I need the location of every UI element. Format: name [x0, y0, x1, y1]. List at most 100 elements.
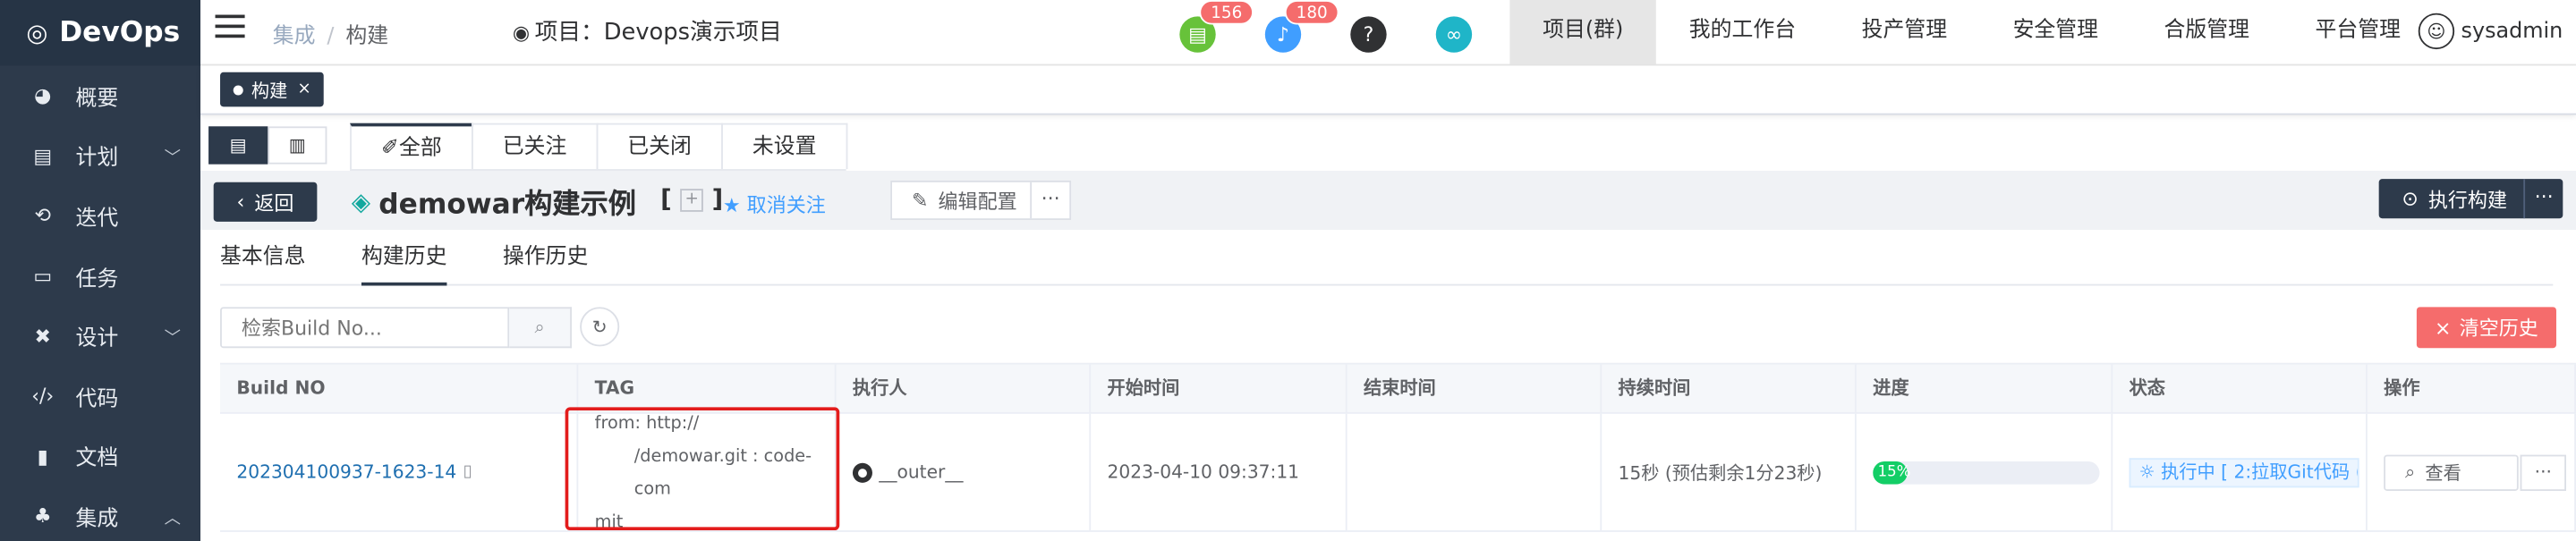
- breadcrumb-current: 构建: [345, 24, 389, 50]
- task-icon: ▭: [33, 264, 53, 288]
- help-icon[interactable]: ?: [1350, 16, 1387, 53]
- column-header: 持续时间: [1602, 364, 1857, 412]
- action-cell: ⌕ 查看 ···: [2368, 413, 2576, 531]
- username: sysadmin: [2461, 19, 2563, 44]
- user-icon: ●: [852, 461, 872, 482]
- sidebar-item[interactable]: ▭ 任务: [0, 246, 200, 306]
- column-header: 执行人: [837, 364, 1092, 412]
- status-badge: ☼ 执行中 [ 2:拉取Git代码 (99.0: [2129, 457, 2359, 487]
- duration: 15秒 (预估剩余1分23秒): [1618, 461, 1823, 484]
- tag-view-label: 构建: [251, 80, 288, 101]
- sidebar-item-label: 代码: [75, 386, 119, 412]
- tag-view-item-build[interactable]: 构建 ×: [220, 72, 325, 107]
- sidebar-item[interactable]: ♣ 集成 ︿: [0, 486, 200, 541]
- more-options-icon[interactable]: ···: [2523, 179, 2563, 219]
- search-icon: ⌕: [2405, 461, 2416, 482]
- refresh-icon[interactable]: ↻: [580, 307, 620, 347]
- sub-tab[interactable]: 基本信息: [220, 236, 306, 285]
- more-options-icon[interactable]: ···: [2520, 453, 2566, 491]
- sidebar-item-label: 计划: [75, 147, 119, 172]
- sidebar-item[interactable]: ✖ 设计 ﹀: [0, 306, 200, 366]
- sidebar-item[interactable]: ▤ 计划 ﹀: [0, 126, 200, 186]
- top-nav-item[interactable]: 我的工作台: [1656, 0, 1829, 65]
- tags-view: 构建 ×: [200, 65, 2576, 115]
- clear-history-button[interactable]: × 清空历史: [2416, 307, 2556, 349]
- top-nav-item[interactable]: 安全管理: [1980, 0, 2131, 65]
- filter-tab-label: 全部: [399, 136, 442, 161]
- close-icon[interactable]: ×: [297, 80, 310, 98]
- todo-icon-glyph: ▤: [1188, 22, 1207, 46]
- link-icon[interactable]: ∞: [1435, 16, 1473, 53]
- build-no-link[interactable]: 202304100937-1623-14: [236, 461, 456, 483]
- bell-icon[interactable]: ♪ 180: [1264, 0, 1339, 53]
- status-text: 执行中 [ 2:拉取Git代码 (99.0: [2161, 461, 2358, 482]
- sub-tab[interactable]: 操作历史: [503, 236, 589, 285]
- board-view-icon[interactable]: ▥: [268, 126, 327, 165]
- column-header: 操作: [2368, 364, 2576, 412]
- todo-icon[interactable]: ▤ 156: [1179, 0, 1254, 53]
- more-options-icon[interactable]: ···: [1030, 182, 1069, 219]
- breadcrumb-item[interactable]: 集成: [273, 25, 316, 50]
- filter-tab[interactable]: 已关注: [471, 123, 599, 170]
- top-nav-item[interactable]: 项目(群): [1509, 0, 1657, 66]
- search-bar: ⌕ ↻: [220, 307, 620, 349]
- app-root: ◎ DevOps ◕ 概要 ▤ 计划 ﹀ ⟲ 迭代 ▭ 任务 ✖ 设计 ﹀ ‹/› 代码 ▮ 文档 ♣ 集成 ︿ 集…: [0, 0, 2576, 541]
- top-nav-item[interactable]: 合版管理: [2131, 0, 2283, 65]
- add-tag-icon[interactable]: +: [680, 188, 704, 211]
- execute-build-button[interactable]: ⊙ 执行构建 ···: [2378, 179, 2563, 219]
- sidebar-item[interactable]: ‹/› 代码: [0, 366, 200, 426]
- unfollow-link[interactable]: ★ 取消关注: [723, 190, 826, 218]
- project-selector[interactable]: ◉ 项目：Devops演示项目: [513, 15, 782, 48]
- edit-config-button[interactable]: ✎ 编辑配置 ···: [890, 180, 1072, 221]
- spinner-icon: ☼: [2138, 461, 2155, 482]
- progress-bar: 15%: [1873, 461, 2100, 484]
- edit-icon: ✎: [912, 189, 929, 212]
- bell-icon-glyph: ♪: [1276, 22, 1290, 46]
- end-time-cell: [1348, 413, 1603, 531]
- pin-icon: ✐: [380, 136, 400, 161]
- user-menu[interactable]: ☺ sysadmin: [2418, 13, 2563, 50]
- play-icon: ⊙: [2402, 187, 2419, 211]
- view-button[interactable]: ⌕ 查看 ···: [2384, 453, 2566, 491]
- top-nav-item[interactable]: 投产管理: [1829, 0, 1980, 65]
- gauge-icon: ◕: [34, 84, 52, 107]
- filter-tab[interactable]: 已关闭: [596, 123, 723, 170]
- close-icon: ×: [2435, 316, 2452, 340]
- bracket-open: [: [660, 183, 672, 214]
- eye-icon: ◉: [512, 21, 531, 45]
- build-title: ◈ demowar构建示例: [351, 181, 636, 221]
- search-icon[interactable]: ⌕: [509, 307, 572, 349]
- sidebar-item[interactable]: ▮ 文档: [0, 427, 200, 486]
- breadcrumb: 集成 / 构建: [273, 18, 389, 50]
- top-nav-item[interactable]: 平台管理: [2283, 0, 2434, 65]
- sidebar: ◎ DevOps ◕ 概要 ▤ 计划 ﹀ ⟲ 迭代 ▭ 任务 ✖ 设计 ﹀ ‹/› 代码 ▮ 文档 ♣ 集成 ︿: [0, 0, 201, 541]
- sidebar-item[interactable]: ◕ 概要: [0, 65, 200, 125]
- logo[interactable]: ◎ DevOps: [0, 0, 201, 66]
- filter-tab[interactable]: 未设置: [720, 123, 848, 170]
- executor-cell: ● __outer__: [837, 413, 1092, 531]
- layers-icon: ◈: [351, 186, 371, 216]
- unfollow-label: 取消关注: [746, 193, 826, 217]
- sub-tab[interactable]: 构建历史: [361, 236, 447, 286]
- column-header: 状态: [2113, 364, 2368, 412]
- chevron-left-icon: ‹: [236, 190, 245, 214]
- count-badge: 180: [1284, 0, 1339, 25]
- execute-label: 执行构建: [2427, 188, 2508, 211]
- hamburger-menu-icon[interactable]: [215, 14, 245, 38]
- sidebar-item-label: 设计: [75, 326, 119, 352]
- filter-tab[interactable]: ✐全部: [350, 123, 473, 170]
- sidebar-menu: ◕ 概要 ▤ 计划 ﹀ ⟲ 迭代 ▭ 任务 ✖ 设计 ﹀ ‹/› 代码 ▮ 文档 ♣ 集成 ︿: [0, 65, 200, 541]
- filter-tab-label: 已关注: [502, 134, 567, 160]
- sidebar-item-label: 集成: [75, 507, 119, 532]
- document-icon[interactable]: ▯: [463, 463, 472, 481]
- top-bar: 集成 / 构建 ◉ 项目：Devops演示项目 ▤ 156 ♪ 180? ∞ 项目(群) 我的工…: [200, 0, 2576, 66]
- list-view-icon[interactable]: ▤: [208, 126, 268, 165]
- sidebar-item-label: 任务: [75, 266, 119, 292]
- filter-tab-label: 已关闭: [627, 134, 692, 160]
- chevron-down-icon: ﹀: [164, 149, 181, 168]
- sidebar-item-label: 概要: [75, 86, 119, 112]
- sidebar-item[interactable]: ⟲ 迭代: [0, 186, 200, 246]
- search-input[interactable]: [220, 307, 510, 349]
- plan-icon: ▤: [33, 144, 53, 168]
- back-button[interactable]: ‹ 返回: [213, 182, 318, 222]
